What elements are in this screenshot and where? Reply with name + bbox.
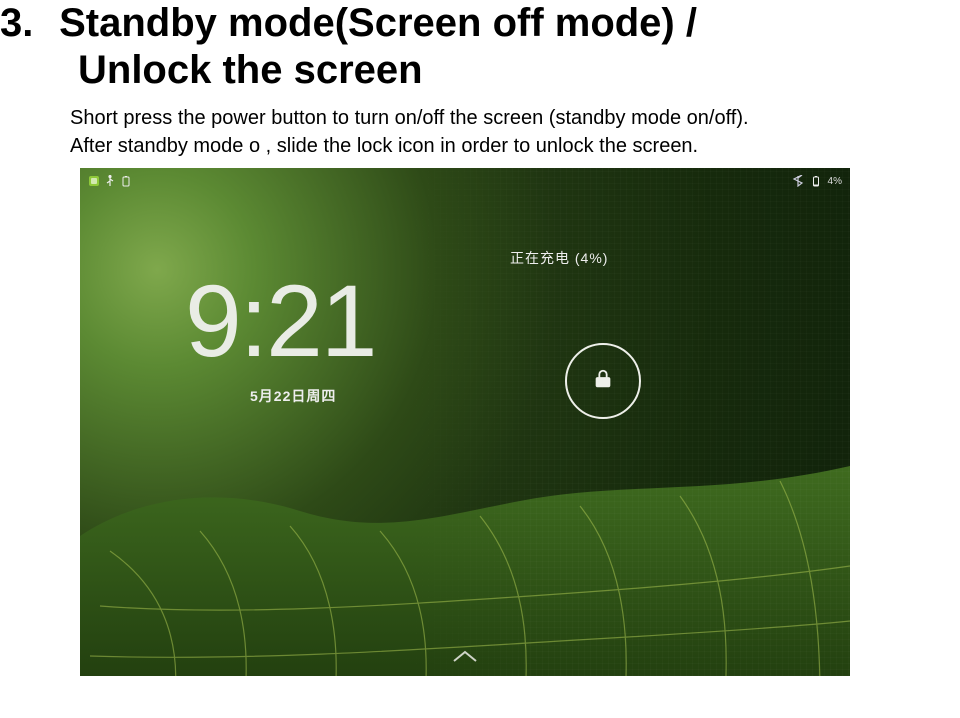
description-line2: After standby mode o , slide the lock ic… [70, 132, 960, 160]
chevron-up-icon[interactable] [452, 649, 478, 668]
heading-number: 3. [0, 0, 48, 47]
description: Short press the power button to turn on/… [0, 104, 960, 160]
heading-title-line2: Unlock the screen [0, 47, 960, 94]
screenshot-wrapper: 4% 正在充电 (4%) 9:21 5月22日周四 [0, 168, 960, 676]
android-lockscreen-screenshot: 4% 正在充电 (4%) 9:21 5月22日周四 [80, 168, 850, 676]
wallpaper-leaf [80, 456, 850, 676]
app-icon [88, 175, 100, 187]
status-bar-left [88, 175, 132, 187]
heading-title-line1: Standby mode(Screen off mode) / [59, 1, 697, 45]
bluetooth-icon [792, 175, 804, 187]
battery-icon [810, 175, 822, 187]
document-page: 3. Standby mode(Screen off mode) / Unloc… [0, 0, 960, 676]
section-heading: 3. Standby mode(Screen off mode) / Unloc… [0, 0, 960, 94]
lock-icon [592, 368, 614, 395]
status-bar: 4% [88, 172, 842, 190]
clock-hour: 9 [185, 264, 240, 378]
clock-separator: : [240, 264, 266, 378]
unlock-slider[interactable] [565, 343, 641, 419]
lockscreen-clock: 9:21 [185, 263, 376, 380]
battery-small-icon [120, 175, 132, 187]
usb-icon [104, 175, 116, 187]
lockscreen-date: 5月22日周四 [250, 386, 336, 406]
battery-percent-text: 4% [828, 176, 842, 187]
description-line1: Short press the power button to turn on/… [70, 104, 960, 132]
charging-status-text: 正在充电 (4%) [510, 248, 608, 268]
clock-minute: 21 [266, 264, 375, 378]
status-bar-right: 4% [792, 175, 842, 187]
